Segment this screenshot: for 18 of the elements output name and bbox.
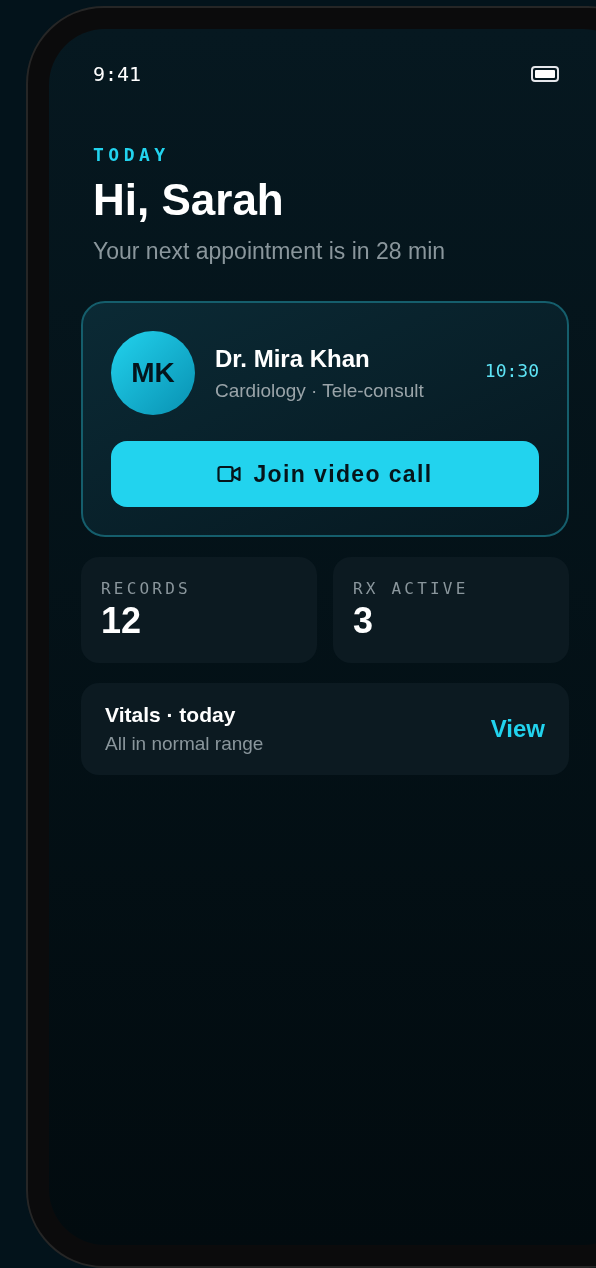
video-camera-icon (217, 464, 242, 483)
avatar-initials: MK (111, 330, 195, 415)
eyebrow-label: TODAY (93, 143, 170, 167)
view-link[interactable]: View (490, 710, 545, 747)
vitals-title: Vitals · today (105, 701, 237, 728)
appointment-time: 10:30 (484, 359, 539, 384)
greeting-title: Hi, Sarah (93, 176, 284, 225)
stat-label: RX ACTIVE (353, 577, 469, 600)
battery-icon (531, 66, 559, 82)
status-time: 9:41 (93, 61, 142, 88)
appointment-details: Cardiology · Tele-consult (215, 378, 425, 403)
stat-value: 12 (101, 600, 142, 641)
doctor-name: Dr. Mira Khan (215, 343, 371, 374)
appointment-subtitle: Your next appointment is in 28 min (93, 237, 446, 267)
vitals-status: All in normal range (105, 732, 264, 757)
stat-value: 3 (353, 600, 374, 641)
stat-label: RECORDS (101, 577, 191, 600)
join-video-call-button[interactable]: Join video call (111, 440, 539, 507)
